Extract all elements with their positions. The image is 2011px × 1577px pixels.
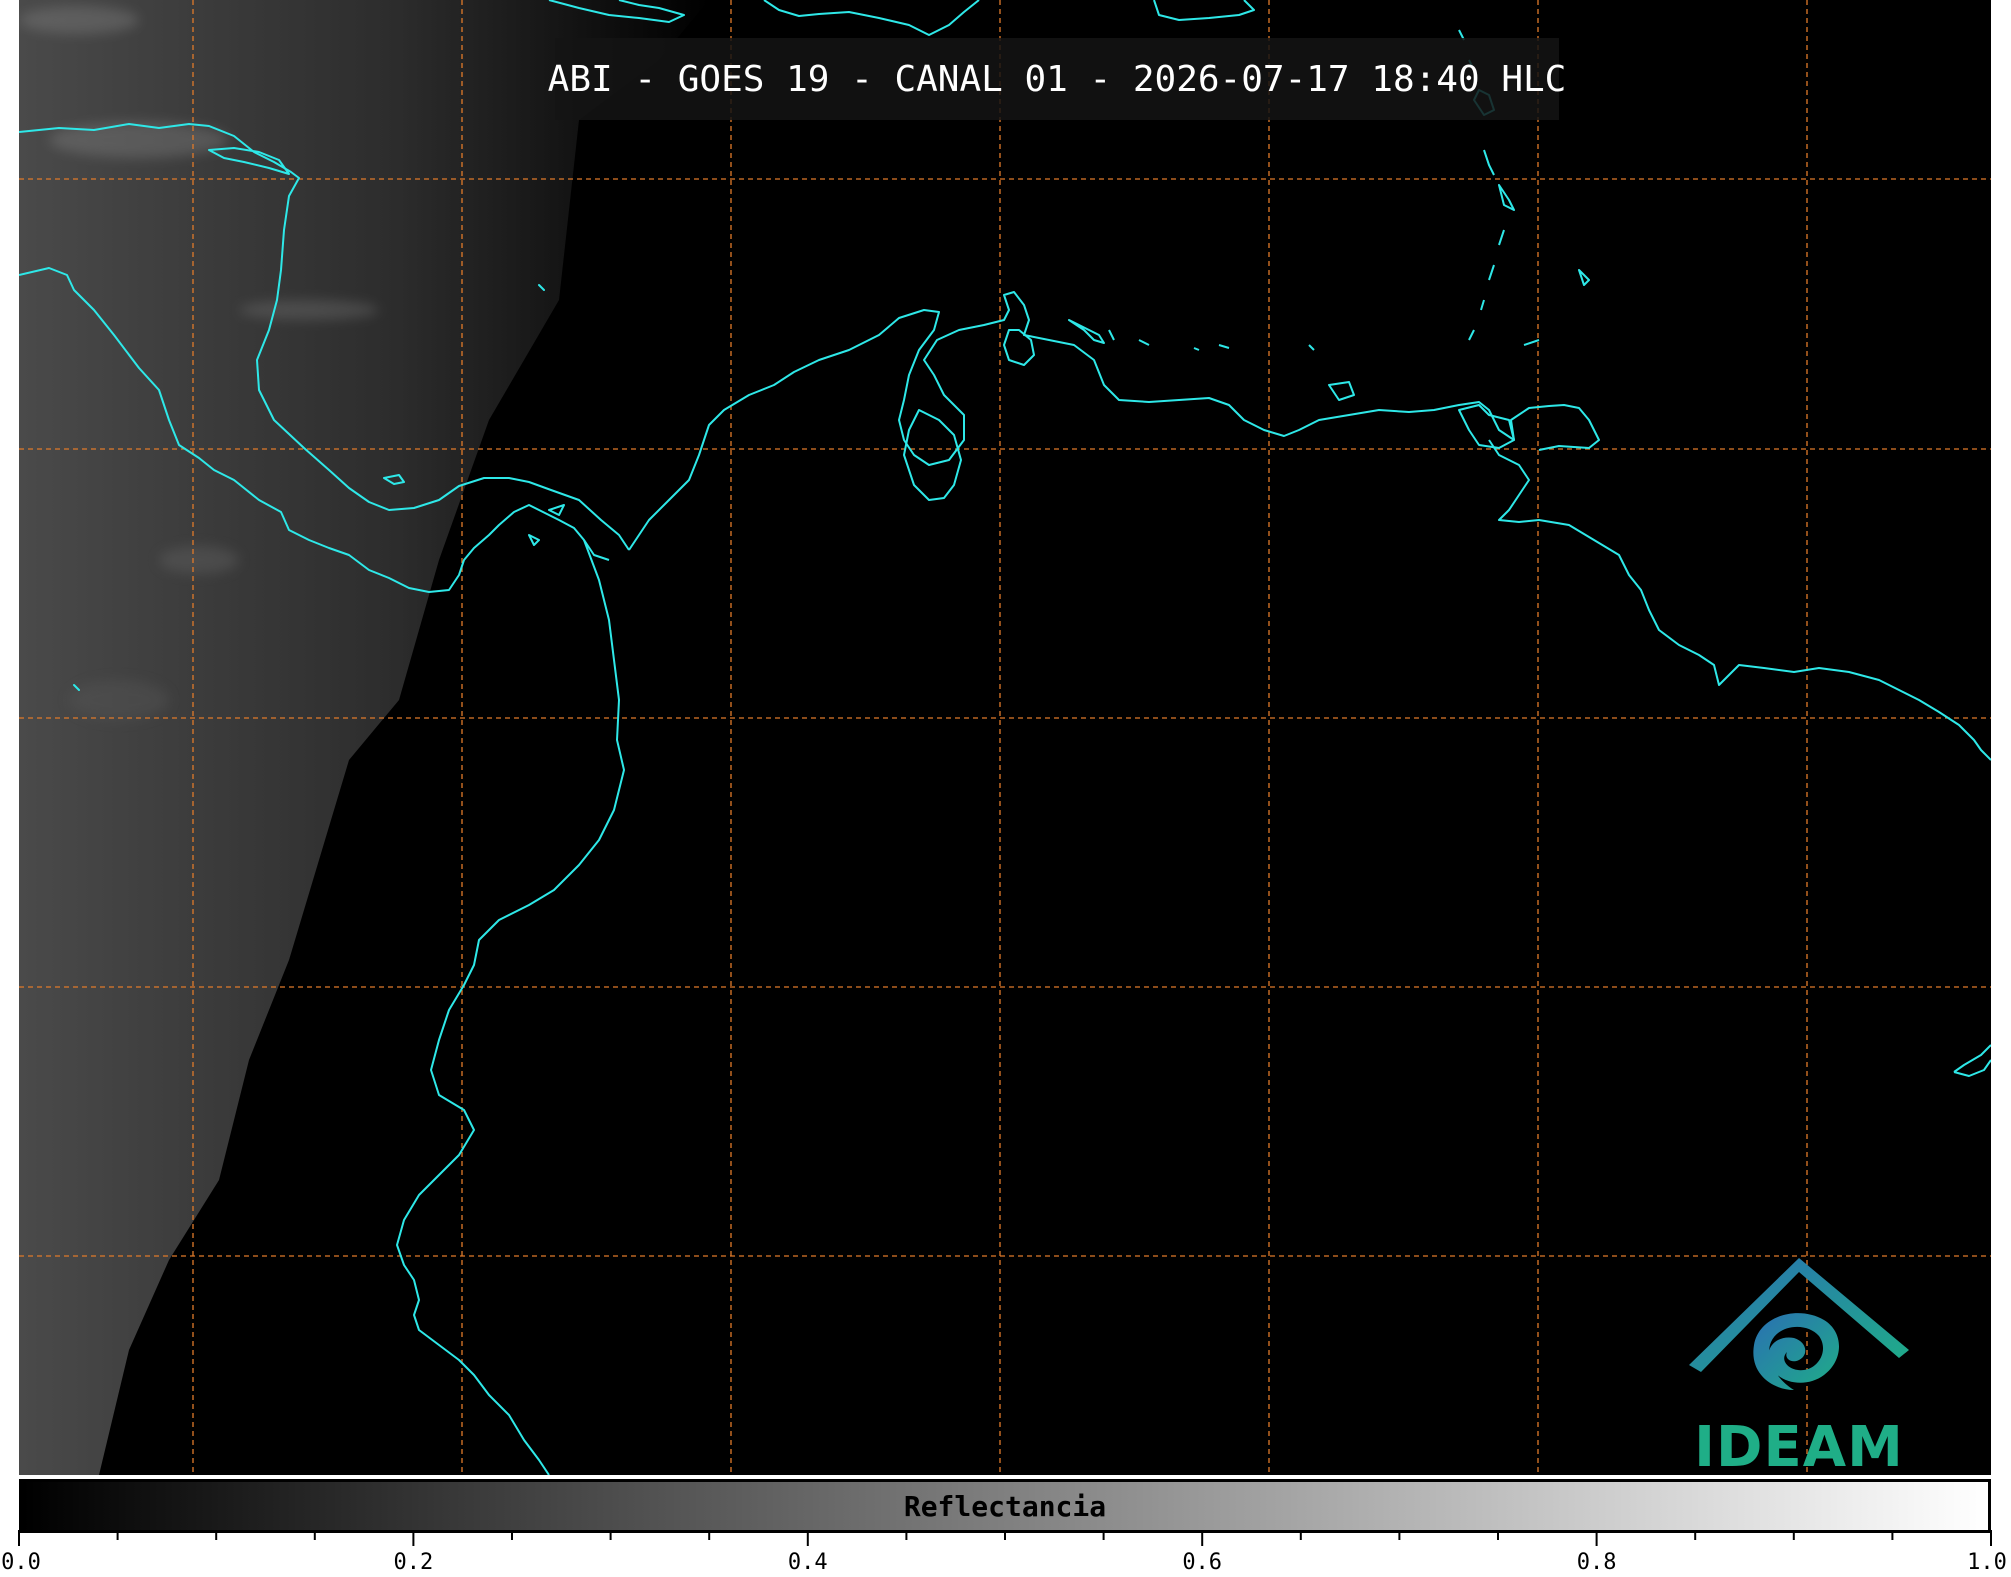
colorbar-label: Reflectancia — [903, 1489, 1107, 1523]
image-title: ABI - GOES 19 - CANAL 01 - 2026-07-17 18… — [547, 58, 1567, 100]
guiana-coast — [1488, 439, 1991, 761]
hispaniola-coast — [763, 0, 980, 36]
cloud-region — [19, 0, 709, 1475]
caribbean-coast-north — [628, 291, 1600, 551]
ideam-logo: IDEAM — [1679, 1250, 1919, 1475]
margarita-island — [1328, 381, 1355, 401]
tick-label: 0.8 — [1576, 1550, 1617, 1575]
puerto-rico-coast — [1153, 0, 1255, 21]
logo-text: IDEAM — [1694, 1415, 1904, 1475]
trinidad — [1458, 404, 1515, 449]
tick-label: 0.6 — [1182, 1550, 1223, 1575]
colorbar: Reflectancia — [19, 1479, 1991, 1533]
title-banner: ABI - GOES 19 - CANAL 01 - 2026-07-17 18… — [548, 38, 1566, 120]
tick-label: 1.0 — [1967, 1550, 2007, 1575]
colorbar-ticks — [18, 1530, 1992, 1546]
tick-label: 0.2 — [393, 1550, 434, 1575]
colombia-pacific-coast — [396, 539, 625, 1475]
satellite-map: ABI - GOES 19 - CANAL 01 - 2026-07-17 18… — [19, 0, 1991, 1475]
ideam-logo-icon — [1689, 1258, 1909, 1390]
abc-islands — [1068, 319, 1315, 351]
tick-label: 0.0 — [1, 1550, 41, 1575]
tick-label: 0.4 — [787, 1550, 828, 1575]
satellite-image-page: ABI - GOES 19 - CANAL 01 - 2026-07-17 18… — [0, 0, 2011, 1577]
coast-fragment-east — [1953, 1044, 1991, 1077]
